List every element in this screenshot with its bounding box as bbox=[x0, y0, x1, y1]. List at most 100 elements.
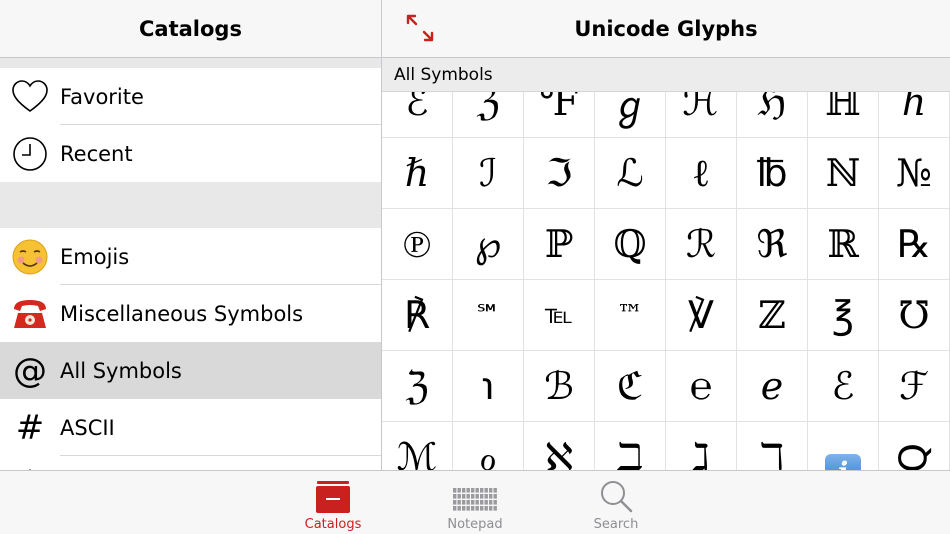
glyph-cell[interactable]: ℭ bbox=[595, 351, 666, 422]
glyph-cell[interactable]: ℯ bbox=[737, 351, 808, 422]
partial-icon: ▲ bbox=[0, 456, 60, 470]
catalog-item-label: ASCII bbox=[60, 415, 115, 440]
glyph-cell[interactable]: ℕ bbox=[808, 138, 879, 209]
catalogs-panel: Catalogs Favorite Recent Emojis Miscella… bbox=[0, 0, 381, 470]
glyph-grid: ℰ ℨ ℉ ℊ ℋ ℌ ℍℎ ℏ ℐ ℑ ℒℓ ℔ ℕ № ℗ ℘ ℙ ℚ ℛ ℜ ℝ ℞ ℟ ℠ ℡ ™ ℣ ℤ ℥ ℧ ℨ ℩ ℬ ℭ ℮ ℯ ℰ ℱ… bbox=[382, 67, 950, 470]
glyph-cell[interactable]: ℺ bbox=[879, 422, 950, 470]
catalogs-icon bbox=[315, 471, 351, 513]
glyph-char: ℞ bbox=[896, 222, 932, 266]
glyph-char: ℔ bbox=[756, 151, 788, 195]
glyph-cell[interactable]: ℘ bbox=[453, 209, 524, 280]
glyph-cell[interactable]: ℰ bbox=[808, 351, 879, 422]
glyphs-header: Unicode Glyphs bbox=[382, 0, 950, 58]
tab-label: Catalogs bbox=[304, 517, 362, 532]
catalogs-header: Catalogs bbox=[0, 0, 381, 58]
glyph-cell[interactable]: ℗ bbox=[382, 209, 453, 280]
glyph-cell[interactable]: ℳ bbox=[382, 422, 453, 470]
glyph-char: ℒ bbox=[616, 151, 644, 195]
glyph-char: ℸ bbox=[759, 435, 785, 470]
glyph-char: ℺ bbox=[896, 435, 932, 470]
glyph-char: ℨ bbox=[405, 364, 429, 408]
section-gap bbox=[0, 182, 381, 228]
glyph-cell[interactable]: ℥ bbox=[808, 280, 879, 351]
glyph-char: ℣ bbox=[688, 293, 714, 337]
glyph-cell[interactable]: ℙ bbox=[524, 209, 595, 280]
catalog-item-ascii[interactable]: # ASCII bbox=[0, 399, 381, 456]
info-icon: i bbox=[825, 454, 861, 470]
glyph-cell[interactable]: № bbox=[879, 138, 950, 209]
catalog-item-partial[interactable]: ▲ bbox=[0, 456, 381, 470]
catalog-item-miscellaneous-symbols[interactable]: Miscellaneous Symbols bbox=[0, 285, 381, 342]
catalog-item-label: Favorite bbox=[60, 84, 144, 109]
glyph-char: ℧ bbox=[898, 293, 930, 337]
glyph-char: ℱ bbox=[899, 364, 929, 408]
glyph-char: ℜ bbox=[756, 222, 788, 266]
telephone-emoji-icon bbox=[0, 297, 60, 331]
tab-notepad[interactable]: Notepad bbox=[430, 471, 520, 534]
glyph-cell[interactable]: ℩ bbox=[453, 351, 524, 422]
glyph-cell[interactable]: ℣ bbox=[666, 280, 737, 351]
glyph-char: ℝ bbox=[827, 222, 859, 266]
glyph-char: ℛ bbox=[685, 222, 717, 266]
glyph-char: ℤ bbox=[758, 293, 786, 337]
glyph-char: ℕ bbox=[825, 151, 861, 195]
glyph-char: ℗ bbox=[402, 221, 432, 266]
glyph-cell[interactable]: ℓ bbox=[666, 138, 737, 209]
section-gap bbox=[0, 58, 381, 68]
glyph-cell[interactable]: ™ bbox=[595, 280, 666, 351]
glyph-cell[interactable]: ℏ bbox=[382, 138, 453, 209]
glyph-char: ℳ bbox=[396, 435, 438, 470]
glyph-char: ™ bbox=[617, 300, 643, 330]
glyph-cell[interactable]: ℛ bbox=[666, 209, 737, 280]
hash-icon: # bbox=[15, 407, 45, 448]
glyph-cell[interactable]: ℶ bbox=[595, 422, 666, 470]
glyph-cell[interactable]: ℨ bbox=[382, 351, 453, 422]
glyph-cell[interactable]: ℚ bbox=[595, 209, 666, 280]
glyph-cell[interactable]: ℧ bbox=[879, 280, 950, 351]
catalog-item-all-symbols[interactable]: @ All Symbols bbox=[0, 342, 381, 399]
tab-search[interactable]: Search bbox=[571, 471, 661, 534]
glyphs-panel: Unicode Glyphs All Symbols ℰ ℨ ℉ ℊ ℋ ℌ ℍℎ ℏ ℐ ℑ ℒℓ… bbox=[382, 0, 950, 470]
tab-catalogs[interactable]: Catalogs bbox=[288, 471, 378, 534]
catalogs-title: Catalogs bbox=[139, 16, 242, 41]
at-sign-icon: @ bbox=[13, 350, 47, 391]
glyph-cell[interactable]: ℑ bbox=[524, 138, 595, 209]
glyph-cell[interactable]: ℮ bbox=[666, 351, 737, 422]
glyph-cell[interactable]: ℬ bbox=[524, 351, 595, 422]
catalog-item-label: Recent bbox=[60, 141, 133, 166]
catalog-item-label: Miscellaneous Symbols bbox=[60, 301, 304, 326]
glyph-cell[interactable]: ℔ bbox=[737, 138, 808, 209]
glyph-char: ℡ bbox=[545, 300, 573, 330]
glyph-cell[interactable]: ℠ bbox=[453, 280, 524, 351]
catalog-item-favorite[interactable]: Favorite bbox=[0, 68, 381, 125]
expand-icon[interactable] bbox=[404, 12, 436, 44]
glyph-cell[interactable]: ℟ bbox=[382, 280, 453, 351]
glyph-cell[interactable]: ℡ bbox=[524, 280, 595, 351]
glyph-cell[interactable]: ℜ bbox=[737, 209, 808, 280]
glyph-cell[interactable]: ℷ bbox=[666, 422, 737, 470]
glyph-cell[interactable]: ℒ bbox=[595, 138, 666, 209]
glyphs-title: Unicode Glyphs bbox=[574, 16, 758, 41]
catalog-item-emojis[interactable]: Emojis bbox=[0, 228, 381, 285]
glyph-cell[interactable]: ℞ bbox=[879, 209, 950, 280]
glyph-char: ℠ bbox=[474, 300, 502, 330]
glyph-char: ℘ bbox=[474, 222, 502, 266]
glyph-cell[interactable]: ℸ bbox=[737, 422, 808, 470]
section-title: All Symbols bbox=[394, 64, 493, 85]
glyph-cell[interactable]: ℤ bbox=[737, 280, 808, 351]
glyph-char: ℯ bbox=[760, 364, 784, 408]
catalog-item-recent[interactable]: Recent bbox=[0, 125, 381, 182]
glyph-char: ℷ bbox=[692, 435, 710, 470]
glyph-cell[interactable]: ℝ bbox=[808, 209, 879, 280]
glyph-char: ℭ bbox=[616, 364, 644, 408]
glyph-cell[interactable]: i bbox=[808, 422, 879, 470]
glyph-cell[interactable]: ℱ bbox=[879, 351, 950, 422]
catalog-item-label: Emojis bbox=[60, 244, 130, 269]
glyph-cell[interactable]: ℴ bbox=[453, 422, 524, 470]
glyph-char: ℥ bbox=[832, 293, 854, 337]
tab-label: Search bbox=[593, 517, 639, 532]
glyph-cell[interactable]: ℵ bbox=[524, 422, 595, 470]
glyph-char: ℙ bbox=[544, 222, 574, 266]
glyph-char: ℶ bbox=[617, 435, 643, 470]
glyph-cell[interactable]: ℐ bbox=[453, 138, 524, 209]
